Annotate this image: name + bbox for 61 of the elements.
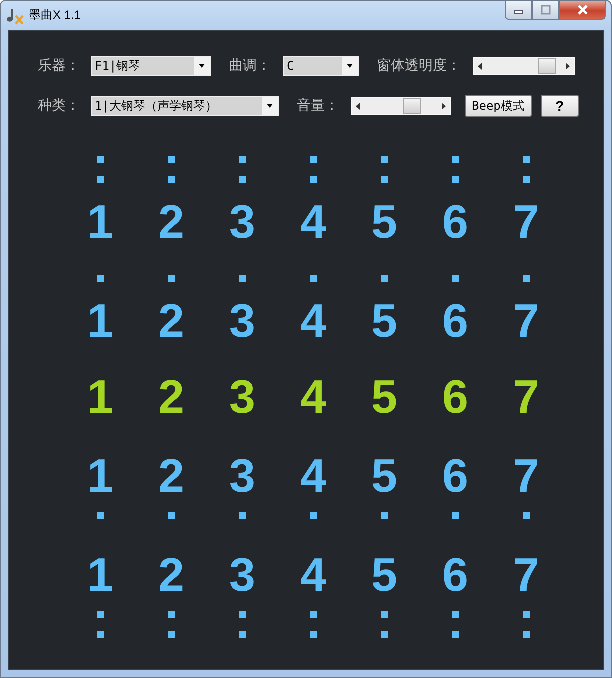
note-key[interactable]: 7 (513, 453, 540, 499)
note-key[interactable]: 2 (158, 199, 185, 245)
note-key[interactable]: 4 (300, 199, 327, 245)
note-key[interactable]: 2 (158, 298, 185, 344)
note-key[interactable]: 6 (442, 374, 469, 420)
note-key[interactable]: 3 (229, 453, 256, 499)
dropdown[interactable]: F1|钢琴 (91, 56, 211, 76)
note-key[interactable]: 4 (300, 298, 327, 344)
field-label: 种类： (38, 97, 80, 115)
maximize-button[interactable] (532, 1, 559, 20)
note-key[interactable]: 2 (158, 374, 185, 420)
right-arrow-icon[interactable] (442, 102, 446, 110)
note-key[interactable]: 6 (442, 453, 469, 499)
left-arrow-icon[interactable] (478, 62, 482, 70)
maximize-icon (540, 5, 550, 15)
slider[interactable] (473, 57, 575, 75)
note-key[interactable]: 6 (442, 552, 469, 598)
note-key[interactable]: 4 (300, 552, 327, 598)
note-key[interactable]: 6 (442, 298, 469, 344)
note-key[interactable]: 3 (229, 552, 256, 598)
note-key[interactable]: 7 (513, 199, 540, 245)
note-key[interactable]: 5 (371, 199, 398, 245)
note-key[interactable]: 3 (229, 374, 256, 420)
note-key[interactable]: 7 (513, 552, 540, 598)
caret-icon (347, 64, 353, 68)
note-key[interactable]: 5 (371, 374, 398, 420)
dropdown[interactable]: C (283, 56, 359, 76)
note-key[interactable]: 1 (87, 298, 114, 344)
music-note-icon (7, 6, 25, 24)
note-key[interactable]: 1 (87, 199, 114, 245)
note-key[interactable]: 5 (371, 552, 398, 598)
note-key[interactable]: 4 (300, 453, 327, 499)
slider[interactable] (351, 97, 451, 115)
field-label: 乐器： (38, 57, 80, 75)
field-label: 窗体透明度： (377, 57, 461, 75)
close-button[interactable] (559, 1, 606, 20)
note-key[interactable]: 4 (300, 374, 327, 420)
dropdown[interactable]: 1|大钢琴（声学钢琴） (91, 96, 279, 116)
note-key[interactable]: 1 (87, 374, 114, 420)
note-key[interactable]: 7 (513, 298, 540, 344)
note-key[interactable]: 3 (229, 199, 256, 245)
caret-icon (199, 64, 205, 68)
right-arrow-icon[interactable] (566, 62, 570, 70)
field-label: 曲调： (229, 57, 271, 75)
note-key[interactable]: 2 (158, 453, 185, 499)
note-key[interactable]: 5 (371, 298, 398, 344)
note-key[interactable]: 5 (371, 453, 398, 499)
left-arrow-icon[interactable] (356, 102, 360, 110)
window-title: 墨曲X 1.1 (29, 7, 82, 24)
note-key[interactable]: 6 (442, 199, 469, 245)
minimize-button[interactable] (505, 1, 532, 20)
help-button[interactable]: ? (540, 95, 579, 117)
note-key[interactable]: 2 (158, 552, 185, 598)
field-label: 音量： (297, 97, 339, 115)
mode-button[interactable]: Beep模式 (465, 95, 532, 117)
close-icon (576, 5, 588, 15)
caret-icon (267, 104, 273, 108)
note-key[interactable]: 1 (87, 453, 114, 499)
note-key[interactable]: 3 (229, 298, 256, 344)
note-key[interactable]: 7 (513, 374, 540, 420)
note-key[interactable]: 1 (87, 552, 114, 598)
